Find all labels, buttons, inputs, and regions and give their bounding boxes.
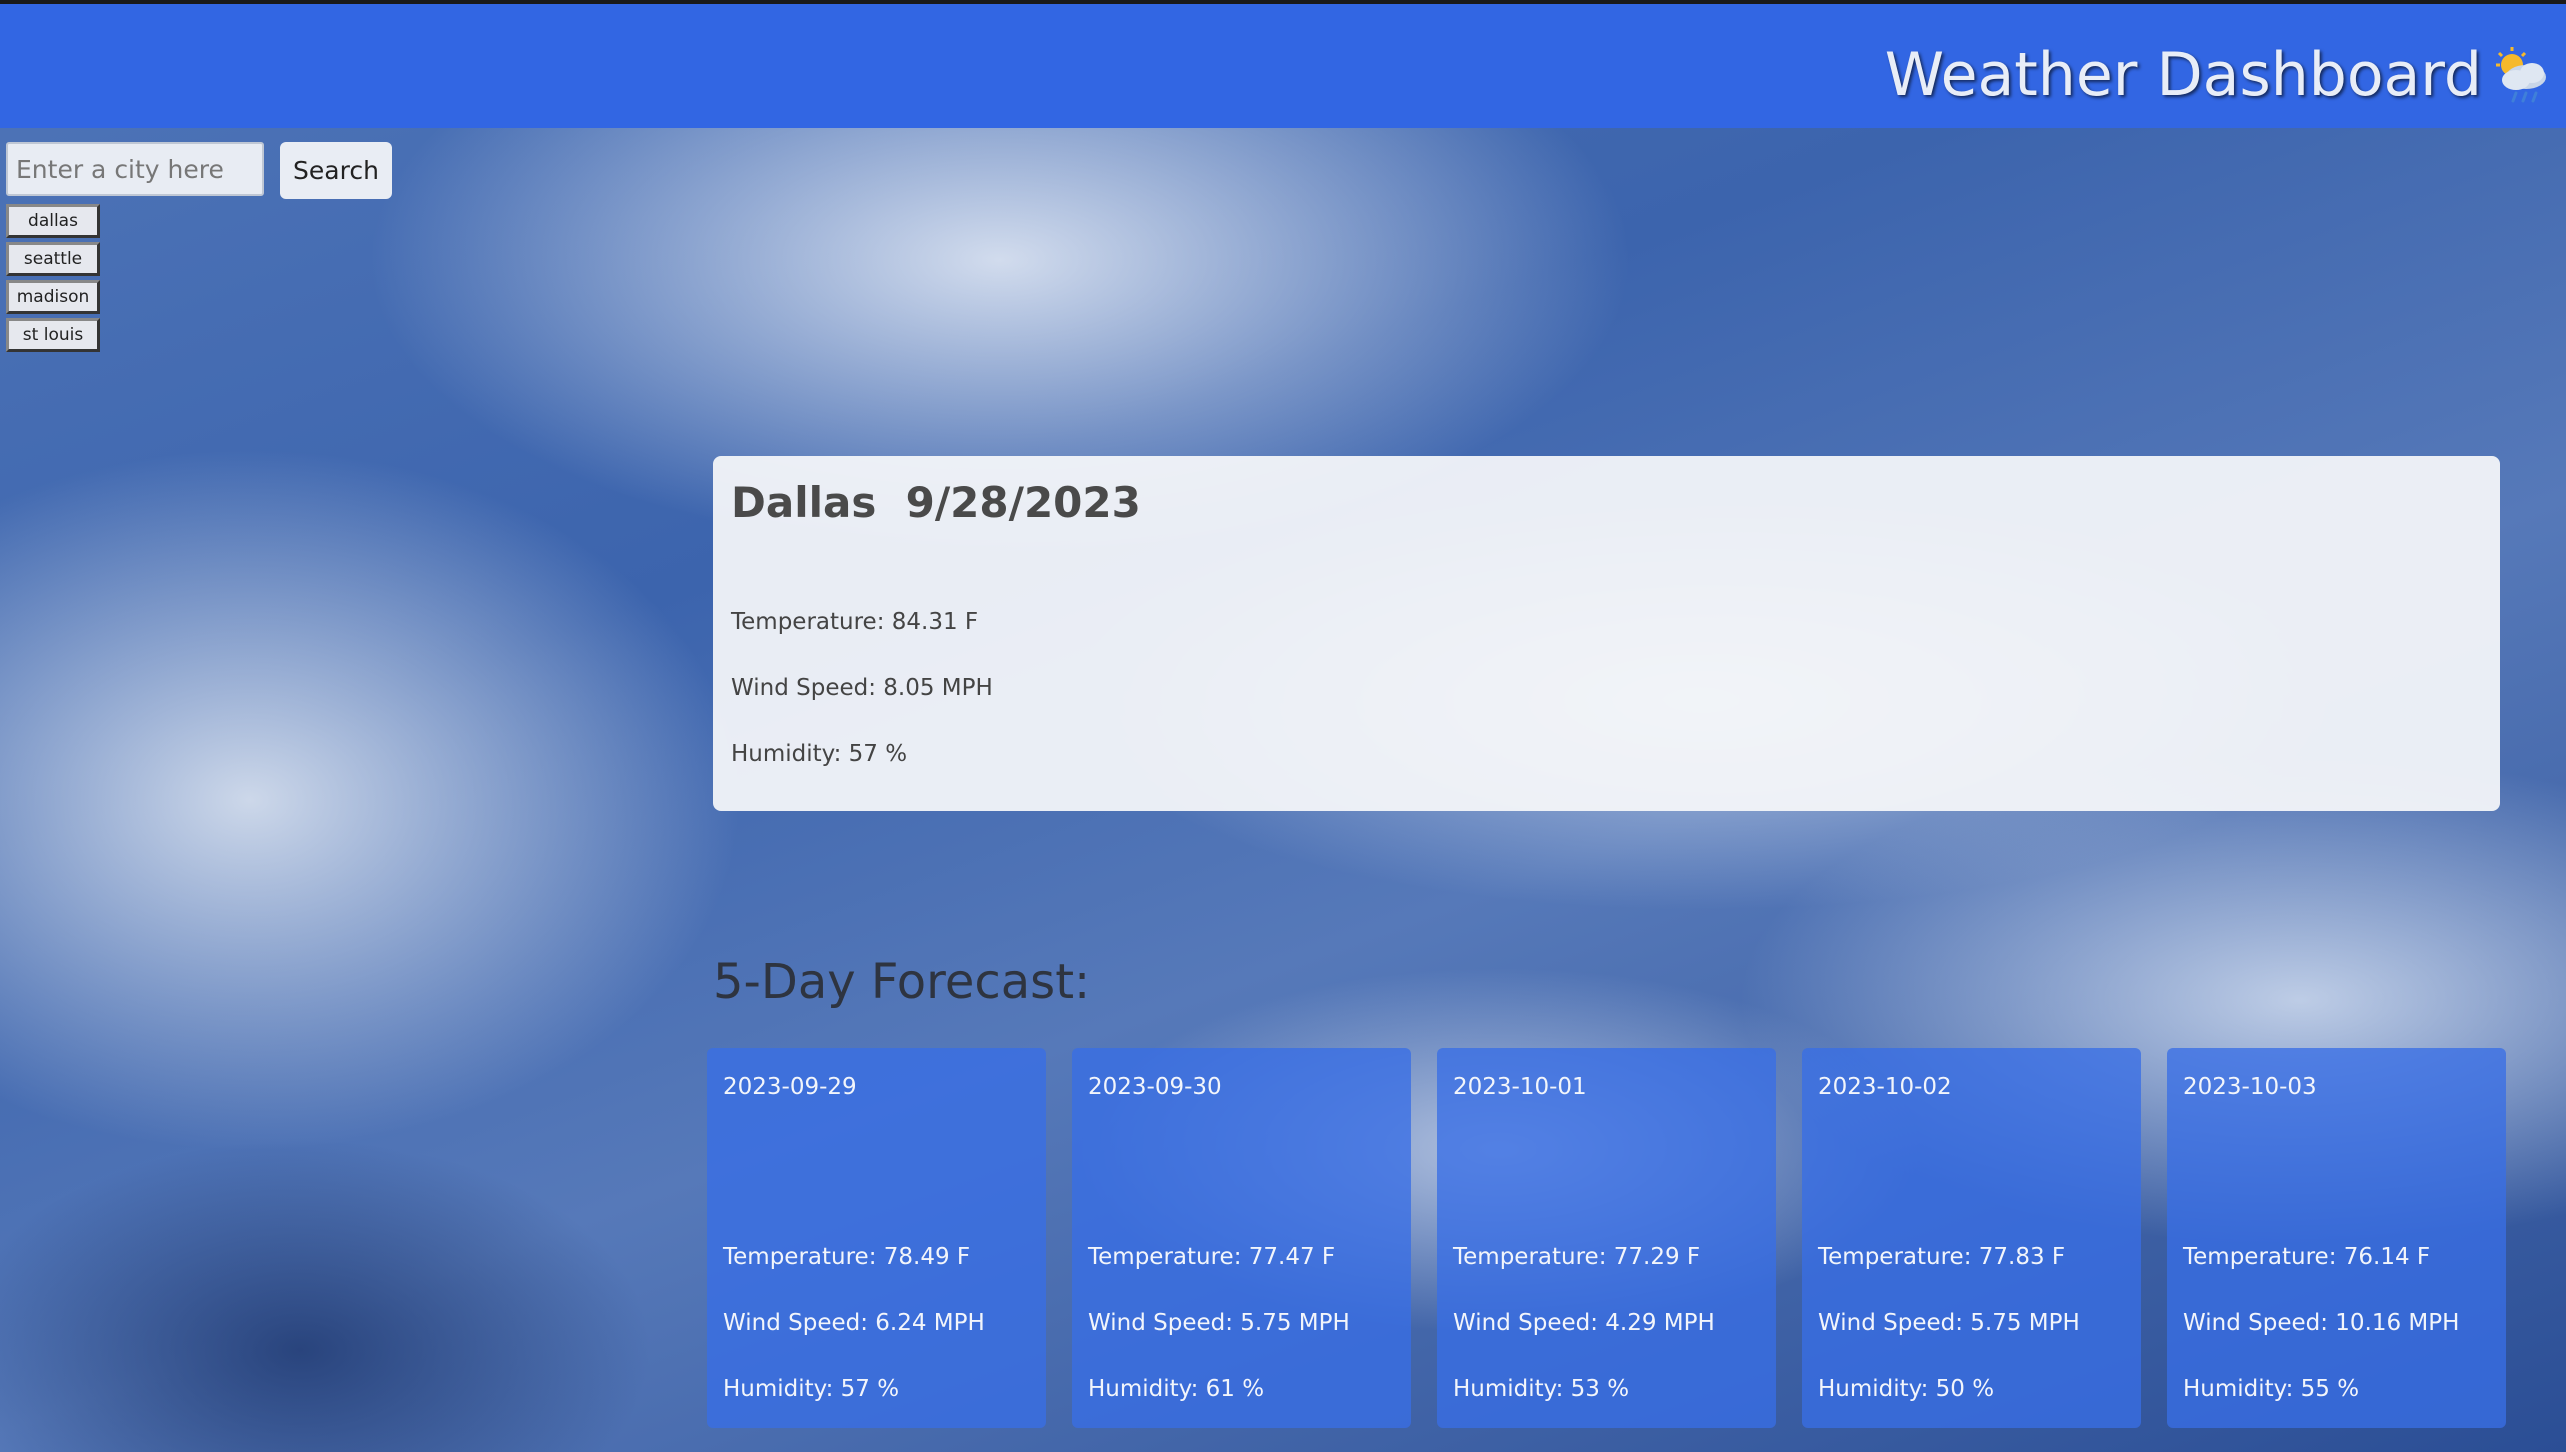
forecast-temperature: Temperature: 76.14 F (2183, 1244, 2431, 1270)
forecast-wind-speed: Wind Speed: 10.16 MPH (2183, 1310, 2460, 1336)
forecast-temperature: Temperature: 77.29 F (1453, 1244, 1701, 1270)
current-weather-card: Dallas 9/28/2023 Temperature: 84.31 F Wi… (713, 456, 2500, 811)
forecast-card: 2023-10-03 Temperature: 76.14 F Wind Spe… (2167, 1048, 2506, 1428)
forecast-humidity: Humidity: 61 % (1088, 1376, 1265, 1402)
forecast-heading: 5-Day Forecast: (713, 954, 1091, 1010)
forecast-humidity: Humidity: 50 % (1818, 1376, 1995, 1402)
forecast-date: 2023-09-30 (1088, 1074, 1222, 1100)
forecast-wind-speed: Wind Speed: 4.29 MPH (1453, 1310, 1715, 1336)
sun-cloud-rain-icon (2496, 47, 2546, 103)
forecast-humidity: Humidity: 53 % (1453, 1376, 1630, 1402)
forecast-humidity: Humidity: 55 % (2183, 1376, 2360, 1402)
forecast-wind-speed: Wind Speed: 5.75 MPH (1088, 1310, 1350, 1336)
forecast-temperature: Temperature: 77.83 F (1818, 1244, 2066, 1270)
search-history: dallas seattle madison st louis (6, 204, 100, 356)
history-button-madison[interactable]: madison (6, 280, 100, 314)
forecast-date: 2023-10-03 (2183, 1074, 2317, 1100)
search-form: Search (6, 142, 392, 199)
history-button-dallas[interactable]: dallas (6, 204, 100, 238)
current-humidity: Humidity: 57 % (731, 741, 908, 767)
forecast-date: 2023-09-29 (723, 1074, 857, 1100)
forecast-card: 2023-10-02 Temperature: 77.83 F Wind Spe… (1802, 1048, 2141, 1428)
forecast-wind-speed: Wind Speed: 5.75 MPH (1818, 1310, 2080, 1336)
forecast-humidity: Humidity: 57 % (723, 1376, 900, 1402)
forecast-temperature: Temperature: 77.47 F (1088, 1244, 1336, 1270)
current-city: Dallas (731, 478, 877, 527)
forecast-date: 2023-10-01 (1453, 1074, 1587, 1100)
current-city-date: Dallas 9/28/2023 (731, 478, 2482, 527)
current-wind-speed: Wind Speed: 8.05 MPH (731, 675, 993, 701)
forecast-list: 2023-09-29 Temperature: 78.49 F Wind Spe… (707, 1048, 2506, 1428)
forecast-wind-speed: Wind Speed: 6.24 MPH (723, 1310, 985, 1336)
forecast-card: 2023-10-01 Temperature: 77.29 F Wind Spe… (1437, 1048, 1776, 1428)
forecast-card: 2023-09-29 Temperature: 78.49 F Wind Spe… (707, 1048, 1046, 1428)
page-title-text: Weather Dashboard (1884, 40, 2482, 110)
header-bar: Weather Dashboard (0, 4, 2566, 128)
current-temperature: Temperature: 84.31 F (731, 609, 979, 635)
history-button-st-louis[interactable]: st louis (6, 318, 100, 352)
current-date: 9/28/2023 (905, 478, 1141, 527)
forecast-card: 2023-09-30 Temperature: 77.47 F Wind Spe… (1072, 1048, 1411, 1428)
forecast-date: 2023-10-02 (1818, 1074, 1952, 1100)
history-button-seattle[interactable]: seattle (6, 242, 100, 276)
page-title: Weather Dashboard (1885, 40, 2552, 110)
forecast-temperature: Temperature: 78.49 F (723, 1244, 971, 1270)
city-search-input[interactable] (6, 142, 264, 196)
search-button[interactable]: Search (280, 142, 392, 199)
